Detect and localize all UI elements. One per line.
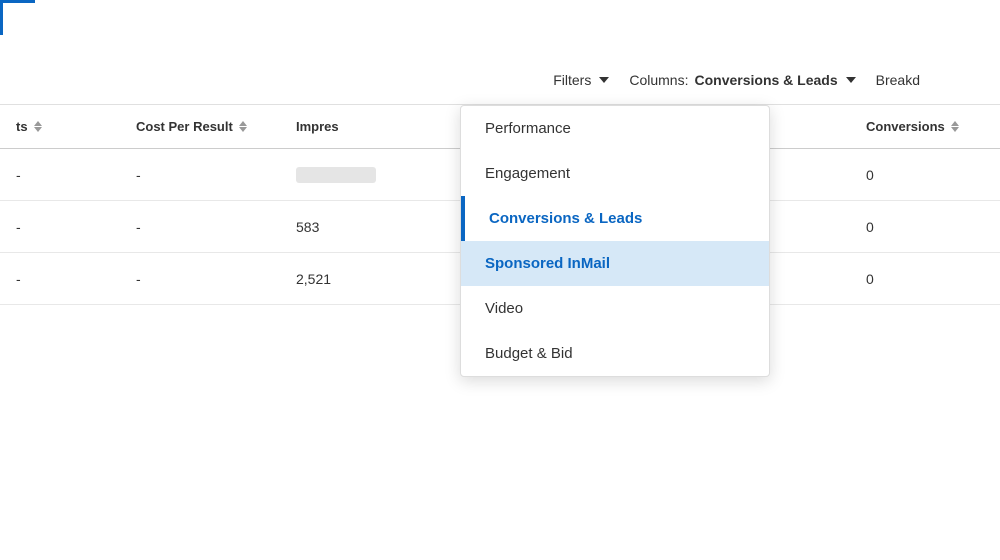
- columns-value: Conversions & Leads: [694, 72, 837, 88]
- cell-cost-3: -: [120, 271, 280, 287]
- columns-prefix: Columns:: [629, 72, 688, 88]
- cell-impressions-1: [280, 167, 440, 183]
- dropdown-item-conversions-leads[interactable]: Conversions & Leads: [461, 196, 769, 241]
- cell-results-3: -: [0, 271, 120, 287]
- dropdown-item-budget-bid[interactable]: Budget & Bid: [461, 331, 769, 376]
- filters-button[interactable]: Filters: [553, 72, 609, 88]
- columns-caret-icon: [846, 77, 856, 83]
- cell-conversions-1: 0: [850, 167, 1000, 183]
- cell-cost-2: -: [120, 219, 280, 235]
- cell-conversions-2: 0: [850, 219, 1000, 235]
- filters-label: Filters: [553, 72, 591, 88]
- dropdown-item-video[interactable]: Video: [461, 286, 769, 331]
- breakdown-label: Breakd: [876, 72, 920, 88]
- sort-arrows-conversions: [951, 121, 959, 132]
- columns-button[interactable]: Columns: Conversions & Leads: [629, 72, 855, 88]
- cell-impressions-2: 583: [280, 219, 440, 235]
- col-header-results[interactable]: ts: [0, 119, 120, 134]
- col-header-conversions[interactable]: Conversions: [850, 119, 1000, 134]
- toolbar: Filters Columns: Conversions & Leads Bre…: [0, 55, 1000, 105]
- col-header-cost[interactable]: Cost Per Result: [120, 119, 280, 134]
- cell-impressions-3: 2,521: [280, 271, 440, 287]
- filters-caret-icon: [599, 77, 609, 83]
- col-header-impressions[interactable]: Impres: [280, 119, 440, 134]
- dropdown-item-engagement[interactable]: Engagement: [461, 151, 769, 196]
- cell-results-2: -: [0, 219, 120, 235]
- columns-dropdown: Performance Engagement Conversions & Lea…: [460, 105, 770, 377]
- top-corner-decoration: [0, 0, 35, 35]
- sort-arrows-results: [34, 121, 42, 132]
- blur-value: [296, 167, 376, 183]
- cell-cost-1: -: [120, 167, 280, 183]
- cell-results-1: -: [0, 167, 120, 183]
- dropdown-item-performance[interactable]: Performance: [461, 106, 769, 151]
- dropdown-item-sponsored-inmail[interactable]: Sponsored InMail: [461, 241, 769, 286]
- sort-arrows-cost: [239, 121, 247, 132]
- cell-conversions-3: 0: [850, 271, 1000, 287]
